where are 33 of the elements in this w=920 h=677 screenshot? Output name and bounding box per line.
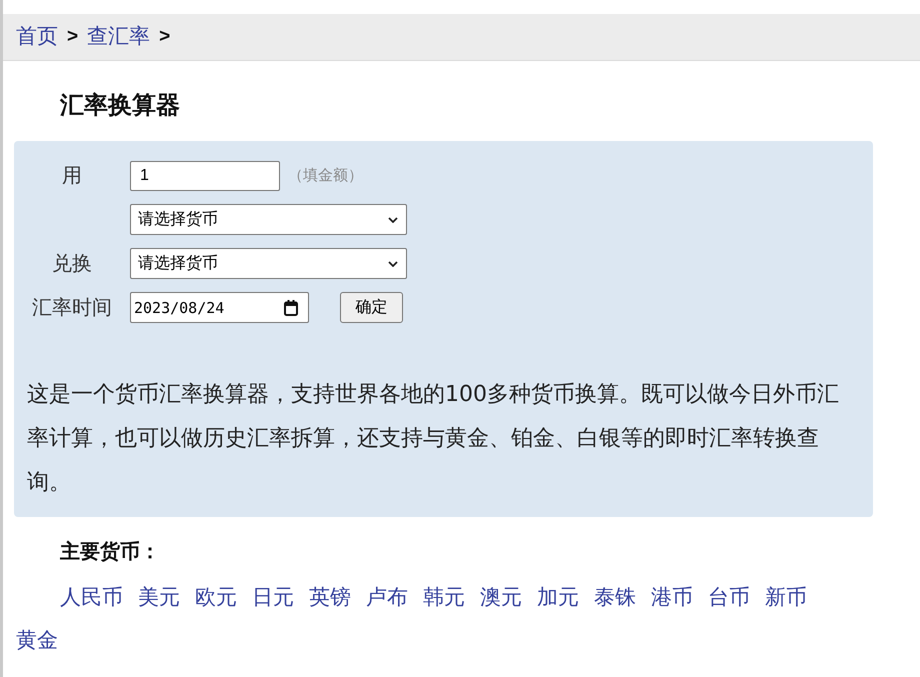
currency-link[interactable]: 黄金	[16, 619, 58, 662]
currency-link[interactable]: 港币	[651, 576, 693, 619]
breadcrumb-separator: >	[67, 26, 78, 48]
calendar-icon[interactable]	[284, 300, 298, 316]
currency-link[interactable]: 加元	[537, 576, 579, 619]
currency-link[interactable]: 韩元	[423, 576, 465, 619]
currency-link[interactable]: 泰铢	[594, 576, 636, 619]
currency-link[interactable]: 日元	[252, 576, 294, 619]
currency-select[interactable]: 请选择货币	[130, 204, 407, 235]
section-heading: 主要货币：	[59, 540, 161, 565]
currency-link[interactable]: 人民币	[60, 576, 123, 619]
description-text: 这是一个货币汇率换算器，支持世界各地的100多种货币换算。既可以做今日外币汇率计算，也可以做历史汇率拆算，还支持与黄金、铂金、白银等的即时汇率转换查询。	[27, 381, 840, 497]
currency-link[interactable]: 卢布	[366, 576, 408, 619]
breadcrumb-link[interactable]: 首页	[16, 24, 58, 50]
caret-icon	[388, 216, 398, 222]
currency-link[interactable]: 美元	[138, 576, 180, 619]
currency-link[interactable]: 欧元	[195, 576, 237, 619]
page-title: 汇率换算器	[58, 91, 181, 121]
currency-link[interactable]: 新币	[765, 576, 807, 619]
confirm-button[interactable]: 确定	[340, 292, 403, 323]
currency-select[interactable]: 请选择货币	[130, 248, 407, 279]
currency-link[interactable]: 台币	[708, 576, 750, 619]
currency-link[interactable]: 英镑	[309, 576, 351, 619]
date-field[interactable]: 2023/08/24	[130, 292, 309, 323]
hint-text: （填金额）	[288, 166, 363, 185]
currency-link[interactable]: 澳元	[480, 576, 522, 619]
field-label: 兑换	[51, 250, 93, 277]
amount-field[interactable]: 1	[130, 160, 280, 190]
caret-icon	[388, 260, 398, 266]
breadcrumb-link[interactable]: 查汇率	[87, 24, 150, 50]
breadcrumb-separator: >	[159, 26, 170, 48]
field-label: 用	[61, 162, 83, 189]
field-label: 汇率时间	[31, 294, 113, 321]
